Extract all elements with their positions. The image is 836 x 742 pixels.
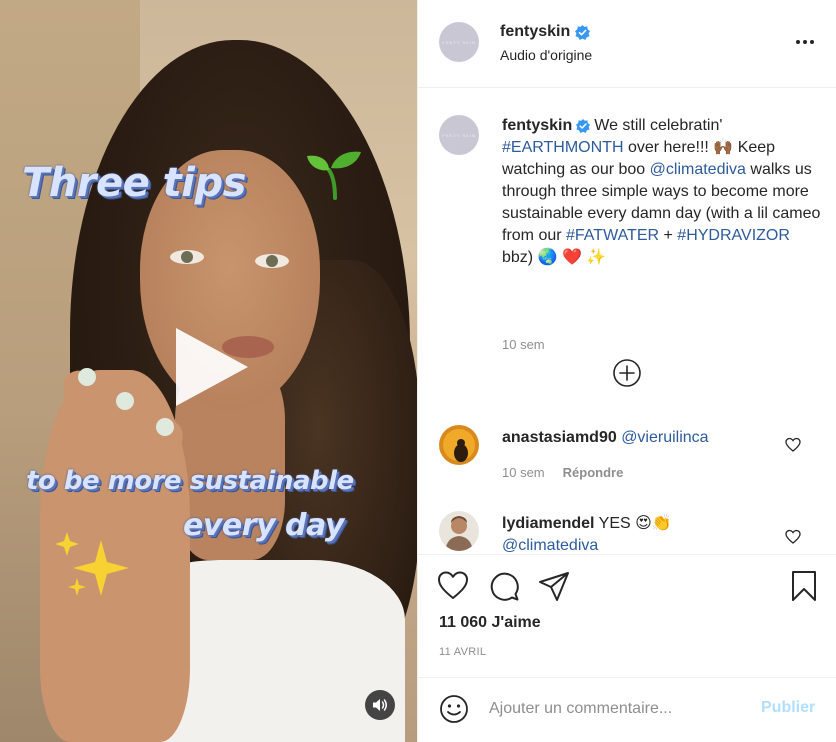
mention-link[interactable]: @vieruilinca [621, 429, 708, 446]
emoji-icon[interactable] [439, 694, 469, 724]
caption-timestamp[interactable]: 10 sem [502, 337, 545, 352]
mention-link[interactable]: @climatediva [650, 161, 746, 178]
likes-count[interactable]: 11 060 J'aime [439, 614, 541, 632]
play-icon[interactable] [170, 326, 252, 408]
avatar-text: FENTY SKIN [442, 132, 476, 138]
avatar-photo-icon [439, 425, 479, 465]
mention-link[interactable]: @climatediva [502, 537, 598, 554]
like-heart-icon[interactable] [437, 570, 469, 602]
post-header: FENTY SKIN fentyskin Audio d'origine [418, 0, 836, 88]
comment-text: anastasiamd90 @vieruilinca [502, 427, 772, 449]
verified-badge-icon [576, 118, 591, 133]
volume-button[interactable] [365, 690, 395, 720]
post-video[interactable]: Three tips to be more sustainable every … [0, 0, 417, 742]
comment-body: YES 😍👏 [598, 515, 672, 532]
video-overlay-line3: every day [183, 508, 344, 543]
caption-segment: + [659, 227, 678, 244]
post-date[interactable]: 11 AVRIL [439, 646, 486, 658]
post-username[interactable]: fentyskin [500, 23, 591, 41]
video-nail [156, 418, 174, 436]
comment-bubble-icon[interactable] [488, 570, 520, 602]
avatar[interactable]: FENTY SKIN [439, 115, 479, 155]
avatar[interactable]: FENTY SKIN [439, 22, 479, 62]
hashtag-link[interactable]: #HYDRAVIZOR [677, 227, 790, 244]
comments-section[interactable]: FENTY SKIN fentyskin We still celebratin'… [418, 89, 836, 555]
avatar-text: FENTY SKIN [442, 39, 476, 45]
more-options-icon[interactable] [790, 30, 820, 54]
add-comment-input[interactable] [489, 696, 739, 722]
post-actions [418, 556, 836, 616]
audio-link[interactable]: Audio d'origine [500, 47, 592, 63]
comment-username[interactable]: lydiamendel [502, 515, 594, 532]
sparkles-icon [55, 532, 129, 596]
avatar-photo-icon [439, 511, 479, 551]
hashtag-link[interactable]: #FATWATER [566, 227, 659, 244]
bookmark-icon[interactable] [788, 570, 820, 602]
load-more-comments-icon[interactable] [612, 358, 642, 388]
publish-button[interactable]: Publier [761, 699, 815, 717]
heart-icon[interactable] [785, 437, 801, 453]
caption-segment: We still celebratin' [594, 117, 723, 134]
reply-button[interactable]: Répondre [563, 465, 624, 480]
post-sidebar: FENTY SKIN fentyskin Audio d'origine FEN… [417, 0, 836, 742]
verified-badge-icon [575, 24, 591, 40]
caption-username[interactable]: fentyskin [502, 117, 572, 134]
video-eye-left [170, 250, 204, 264]
add-comment-bar: Publier [418, 677, 836, 742]
username-label[interactable]: fentyskin [500, 23, 570, 41]
hashtag-link[interactable]: #EARTHMONTH [502, 139, 624, 156]
video-nail [116, 392, 134, 410]
comment-avatar[interactable] [439, 425, 479, 465]
video-overlay-line1: Three tips [22, 160, 246, 206]
video-nail [78, 368, 96, 386]
video-overlay-line2: to be more sustainable [26, 466, 354, 496]
comment-timestamp[interactable]: 10 sem [502, 465, 545, 480]
caption-segment: bbz) 🌏 ❤️ ✨ [502, 249, 607, 266]
caption-text: fentyskin We still celebratin' #EARTHMONT… [502, 115, 822, 269]
comment-username[interactable]: anastasiamd90 [502, 429, 617, 446]
comment-avatar[interactable] [439, 511, 479, 551]
comment-text: lydiamendel YES 😍👏 @climatediva [502, 513, 772, 554]
video-finger [110, 395, 140, 535]
comment-meta: 10 sem Répondre [502, 465, 623, 480]
video-eye-right [255, 254, 289, 268]
heart-icon[interactable] [785, 529, 801, 545]
sprout-icon [307, 151, 361, 200]
share-send-icon[interactable] [538, 570, 570, 602]
speaker-icon [373, 699, 387, 711]
